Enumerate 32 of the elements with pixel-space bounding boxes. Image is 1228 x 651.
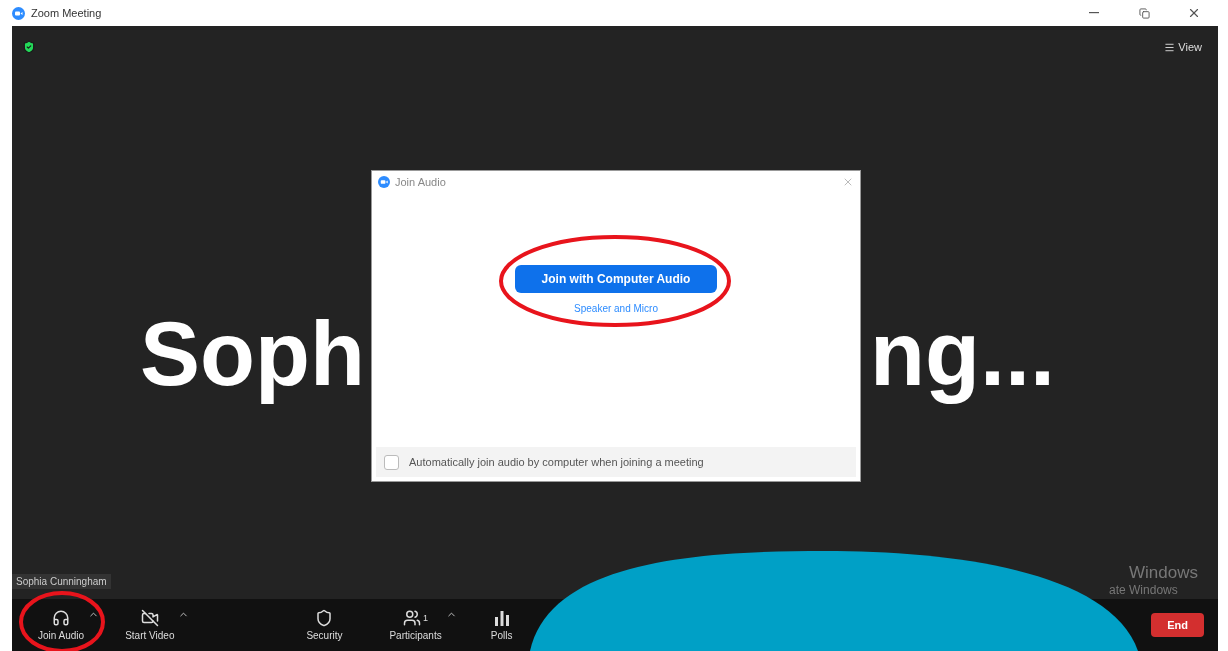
auto-join-checkbox[interactable] [384,454,399,470]
auto-join-label: Automatically join audio by computer when joining a meeting [409,456,704,468]
test-audio-link[interactable]: Speaker and Micro [574,303,658,314]
bar-chart-icon [492,609,511,627]
participant-name-large: Soph [140,303,365,406]
restore-icon [1138,7,1150,19]
video-off-icon [140,609,159,627]
activation-notice-title: Windows [1129,563,1198,583]
shield-check-icon [22,40,36,54]
end-meeting-button[interactable]: End [1151,613,1204,637]
participant-name-tag: Sophia Cunningham [12,574,111,589]
polls-toolbar-button[interactable]: Polls [476,607,527,643]
audio-toolbar-button[interactable]: Join Audio [34,607,89,643]
shield-icon [315,609,334,627]
close-icon [1187,6,1201,20]
close-icon[interactable] [842,176,854,188]
people-icon [403,609,422,627]
view-button[interactable]: View [1160,39,1206,55]
participant-name-large: ng... [869,303,1055,406]
menu-icon [1164,41,1176,53]
video-toolbar-button[interactable]: Start Video [121,607,179,643]
participants-toolbar-button[interactable]: 1 Participants [385,607,446,643]
join-computer-audio-button[interactable]: Join with Computer Audio [515,265,717,293]
activation-notice-text: ate Windows [1109,583,1179,597]
participant-count: 1 [423,613,429,623]
dialog-title: Join Audio [395,176,447,188]
app-logo-icon [378,176,390,188]
window-title: Zoom Meeting [31,7,103,19]
headphones-icon [52,609,71,627]
minimize-icon [1089,12,1099,14]
security-toolbar-button[interactable]: Security [299,607,350,643]
app-logo-icon [12,6,25,20]
